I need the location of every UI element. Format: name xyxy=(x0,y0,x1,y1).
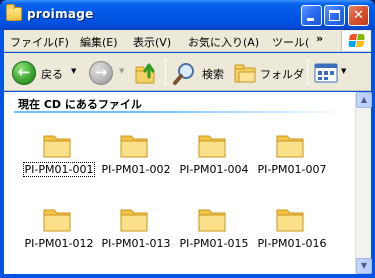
scroll-down-button[interactable]: ▼ xyxy=(356,258,372,274)
file-label: PI-PM01-001 xyxy=(22,162,96,177)
folder-icon xyxy=(43,135,71,158)
menu-tools[interactable]: ツール( xyxy=(272,34,309,50)
file-item[interactable]: PI-PM01-016 xyxy=(252,204,332,264)
file-item[interactable]: PI-PM01-007 xyxy=(252,130,332,190)
close-button[interactable]: ✕ xyxy=(348,5,369,26)
windows-logo xyxy=(341,31,371,51)
windows-flag-icon xyxy=(348,34,366,48)
file-label: PI-PM01-007 xyxy=(257,163,327,176)
file-label: PI-PM01-004 xyxy=(179,163,249,176)
minimize-icon xyxy=(307,18,314,21)
menu-view[interactable]: 表示(V) xyxy=(133,34,171,50)
scroll-up-button[interactable]: ▲ xyxy=(356,92,372,108)
file-label: PI-PM01-013 xyxy=(101,237,171,250)
menu-edit[interactable]: 編集(E) xyxy=(80,34,118,50)
up-folder-icon[interactable] xyxy=(134,61,158,85)
file-label: PI-PM01-016 xyxy=(257,237,327,250)
forward-arrow-icon[interactable]: → xyxy=(89,61,113,85)
file-item[interactable]: PI-PM01-015 xyxy=(174,204,254,264)
back-arrow-icon[interactable]: ← xyxy=(12,61,36,85)
folders-button-label[interactable]: フォルダ xyxy=(260,66,304,82)
folders-icon[interactable] xyxy=(233,62,257,84)
file-item[interactable]: PI-PM01-012 xyxy=(19,204,99,264)
folder-icon xyxy=(276,209,304,232)
group-divider xyxy=(14,111,346,113)
back-dropdown-icon[interactable]: ▼ xyxy=(71,67,76,75)
menu-file[interactable]: ファイル(F) xyxy=(10,34,69,50)
folder-icon xyxy=(276,135,304,158)
title-bar[interactable]: proimage ✕ xyxy=(0,0,375,30)
file-label: PI-PM01-002 xyxy=(101,163,171,176)
maximize-button[interactable] xyxy=(324,5,345,26)
toolbar-separator xyxy=(165,59,166,85)
window-frame-bottom xyxy=(0,274,375,278)
maximize-icon xyxy=(329,10,340,21)
file-label: PI-PM01-015 xyxy=(179,237,249,250)
file-item[interactable]: PI-PM01-002 xyxy=(96,130,176,190)
folder-icon xyxy=(43,209,71,232)
file-item[interactable]: PI-PM01-013 xyxy=(96,204,176,264)
close-icon: ✕ xyxy=(353,8,364,23)
toolbar: ← 戻る ▼ → ▼ 検索 フォルダ ▼ xyxy=(4,53,371,91)
views-dropdown-icon[interactable]: ▼ xyxy=(341,67,346,75)
explorer-window: proimage ✕ ファイル(F) 編集(E) 表示(V) お気に入り(A) … xyxy=(0,0,375,278)
menu-bar: ファイル(F) 編集(E) 表示(V) お気に入り(A) ツール( » xyxy=(4,30,371,52)
window-title: proimage xyxy=(27,7,94,21)
folder-icon xyxy=(198,135,226,158)
folder-icon xyxy=(120,135,148,158)
views-icon[interactable] xyxy=(314,62,338,84)
back-button-label[interactable]: 戻る xyxy=(41,66,63,82)
menu-favorites[interactable]: お気に入り(A) xyxy=(188,34,259,50)
file-item[interactable]: PI-PM01-004 xyxy=(174,130,254,190)
vertical-scrollbar[interactable]: ▲ ▼ xyxy=(355,92,372,274)
toolbar-separator xyxy=(307,59,308,85)
menu-overflow-chevron[interactable]: » xyxy=(316,32,323,45)
folder-icon xyxy=(120,209,148,232)
group-title: 現在 CD にあるファイル xyxy=(18,98,142,111)
folder-icon xyxy=(198,209,226,232)
file-list-pane[interactable]: 現在 CD にあるファイル PI-PM01-001 PI-PM01-002 PI… xyxy=(4,92,372,274)
forward-dropdown-icon[interactable]: ▼ xyxy=(119,67,124,75)
file-label: PI-PM01-012 xyxy=(24,237,94,250)
search-icon[interactable] xyxy=(173,61,197,85)
search-button-label[interactable]: 検索 xyxy=(202,66,224,82)
folder-icon xyxy=(6,4,22,21)
minimize-button[interactable] xyxy=(301,5,322,26)
file-item[interactable]: PI-PM01-001 xyxy=(19,130,99,190)
